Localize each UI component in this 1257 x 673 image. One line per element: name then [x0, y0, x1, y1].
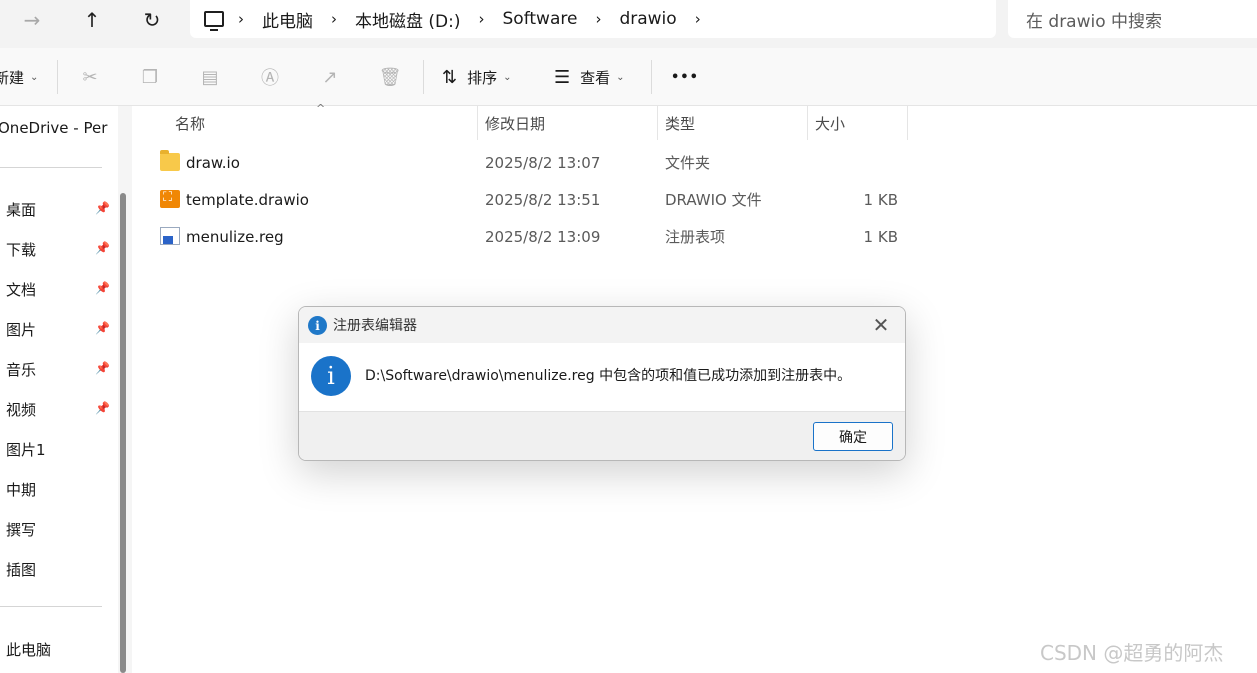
chevron-right-icon[interactable]: › [238, 10, 244, 28]
sidebar-item-illustrations[interactable]: 插图 [6, 559, 36, 580]
navigation-pane: OneDrive - Per 桌面 📌 下载 📌 文档 📌 图片 📌 音乐 📌 … [0, 106, 118, 673]
registry-file-icon [160, 227, 180, 245]
sidebar-item-midterm[interactable]: 中期 [6, 479, 36, 500]
view-button[interactable]: ☰ 查看 ⌄ [554, 61, 625, 93]
column-header-name[interactable]: 名称 [167, 106, 477, 140]
dialog-message: D:\Software\drawio\menulize.reg 中包含的项和值已… [365, 368, 852, 384]
sidebar-item-this-pc[interactable]: 此电脑 [6, 639, 51, 660]
breadcrumb-drawio[interactable]: drawio [619, 9, 676, 29]
file-row-menulize-reg[interactable]: menulize.reg 2025/8/2 13:09 注册表项 1 KB [150, 218, 910, 255]
view-label: 查看 [580, 68, 611, 87]
file-date: 2025/8/2 13:07 [485, 153, 601, 172]
info-icon: i [311, 356, 351, 396]
sidebar-item-desktop[interactable]: 桌面 [6, 199, 36, 220]
sidebar-item-writing[interactable]: 撰写 [6, 519, 36, 540]
sidebar-item-music[interactable]: 音乐 [6, 359, 36, 380]
column-header-date[interactable]: 修改日期 [477, 106, 657, 140]
sort-button[interactable]: ⇅ 排序 ⌄ [442, 61, 512, 93]
sort-label: 排序 [467, 68, 498, 87]
file-type: 注册表项 [665, 228, 726, 246]
ok-button[interactable]: 确定 [813, 422, 893, 451]
file-type: DRAWIO 文件 [665, 191, 762, 209]
drawio-file-icon [160, 190, 180, 208]
paste-icon[interactable]: ▤ [199, 66, 221, 88]
dialog-titlebar[interactable]: i 注册表编辑器 [299, 307, 905, 343]
registry-editor-dialog: i 注册表编辑器 ✕ i D:\Software\drawio\menulize… [298, 306, 906, 461]
divider [57, 60, 58, 94]
navigation-bar: → ↑ ↻ › 此电脑 › 本地磁盘 (D:) › Software › dra… [0, 0, 1257, 48]
sidebar-item-videos[interactable]: 视频 [6, 399, 36, 420]
breadcrumb-this-pc[interactable]: 此电脑 [262, 7, 313, 32]
divider [423, 60, 424, 94]
info-icon: i [308, 316, 327, 335]
file-size: 1 KB [863, 227, 898, 246]
address-bar[interactable]: › 此电脑 › 本地磁盘 (D:) › Software › drawio › [190, 0, 996, 38]
file-name: menulize.reg [186, 227, 284, 246]
sidebar-item-onedrive[interactable]: OneDrive - Per [0, 119, 107, 137]
file-name: draw.io [186, 153, 240, 172]
file-date: 2025/8/2 13:09 [485, 227, 601, 246]
file-date: 2025/8/2 13:51 [485, 190, 601, 209]
file-name: template.drawio [186, 190, 309, 209]
chevron-down-icon: ⌄ [503, 71, 512, 83]
file-size: 1 KB [863, 190, 898, 209]
share-icon[interactable]: ↗ [319, 66, 341, 88]
up-icon[interactable]: ↑ [72, 4, 112, 36]
divider [0, 606, 102, 607]
this-pc-icon [204, 11, 224, 31]
sort-icon: ⇅ [442, 66, 458, 88]
watermark: CSDN @超勇的阿杰 [1040, 641, 1224, 665]
delete-icon[interactable]: 🗑 [379, 66, 402, 88]
column-divider[interactable] [907, 106, 908, 140]
column-header-size[interactable]: 大小 [807, 106, 907, 140]
file-row-template-drawio[interactable]: template.drawio 2025/8/2 13:51 DRAWIO 文件… [150, 181, 910, 218]
command-bar: 新建 ⌄ ✂ ❐ ▤ Ⓐ ↗ 🗑 ⇅ 排序 ⌄ ☰ 查看 ⌄ ••• [0, 48, 1257, 106]
sidebar-item-documents[interactable]: 文档 [6, 279, 36, 300]
pin-icon: 📌 [95, 361, 110, 375]
file-size [816, 144, 898, 181]
divider [651, 60, 652, 94]
sidebar-item-pictures[interactable]: 图片 [6, 319, 36, 340]
forward-icon[interactable]: → [12, 4, 52, 36]
sidebar-item-downloads[interactable]: 下载 [6, 239, 36, 260]
folder-icon [160, 150, 180, 171]
rename-icon[interactable]: Ⓐ [259, 66, 281, 89]
refresh-icon[interactable]: ↻ [132, 4, 172, 36]
new-label: 新建 [0, 68, 25, 87]
dialog-footer: 确定 [299, 411, 905, 460]
chevron-right-icon[interactable]: › [331, 10, 337, 28]
file-row-draw-io[interactable]: draw.io 2025/8/2 13:07 文件夹 [150, 144, 910, 181]
sidebar-item-label: OneDrive - Per [0, 119, 108, 137]
more-options-button[interactable]: ••• [671, 61, 699, 93]
search-input[interactable]: 在 drawio 中搜索 [1008, 0, 1257, 38]
column-header-type[interactable]: 类型 [657, 106, 807, 140]
breadcrumb-software[interactable]: Software [503, 9, 578, 29]
view-icon: ☰ [554, 66, 571, 88]
pin-icon: 📌 [95, 241, 110, 255]
dialog-body: i D:\Software\drawio\menulize.reg 中包含的项和… [299, 343, 905, 411]
cut-icon[interactable]: ✂ [79, 66, 101, 88]
close-icon[interactable]: ✕ [869, 313, 893, 337]
dialog-title: 注册表编辑器 [333, 318, 417, 334]
chevron-right-icon[interactable]: › [595, 10, 601, 28]
pin-icon: 📌 [95, 201, 110, 215]
chevron-right-icon[interactable]: › [695, 10, 701, 28]
file-type: 文件夹 [665, 154, 711, 172]
breadcrumb-local-disk[interactable]: 本地磁盘 (D:) [355, 7, 461, 32]
file-explorer-window: → ↑ ↻ › 此电脑 › 本地磁盘 (D:) › Software › dra… [0, 0, 1257, 673]
pin-icon: 📌 [95, 401, 110, 415]
chevron-right-icon[interactable]: › [479, 10, 485, 28]
sidebar-scroll-thumb[interactable] [120, 193, 126, 673]
pin-icon: 📌 [95, 281, 110, 295]
chevron-down-icon: ⌄ [30, 71, 39, 83]
sidebar-item-pictures1[interactable]: 图片1 [6, 439, 46, 460]
copy-icon[interactable]: ❐ [139, 66, 161, 88]
chevron-down-icon: ⌄ [616, 71, 625, 83]
divider [0, 167, 102, 168]
new-button[interactable]: 新建 ⌄ [0, 61, 38, 93]
pin-icon: 📌 [95, 321, 110, 335]
